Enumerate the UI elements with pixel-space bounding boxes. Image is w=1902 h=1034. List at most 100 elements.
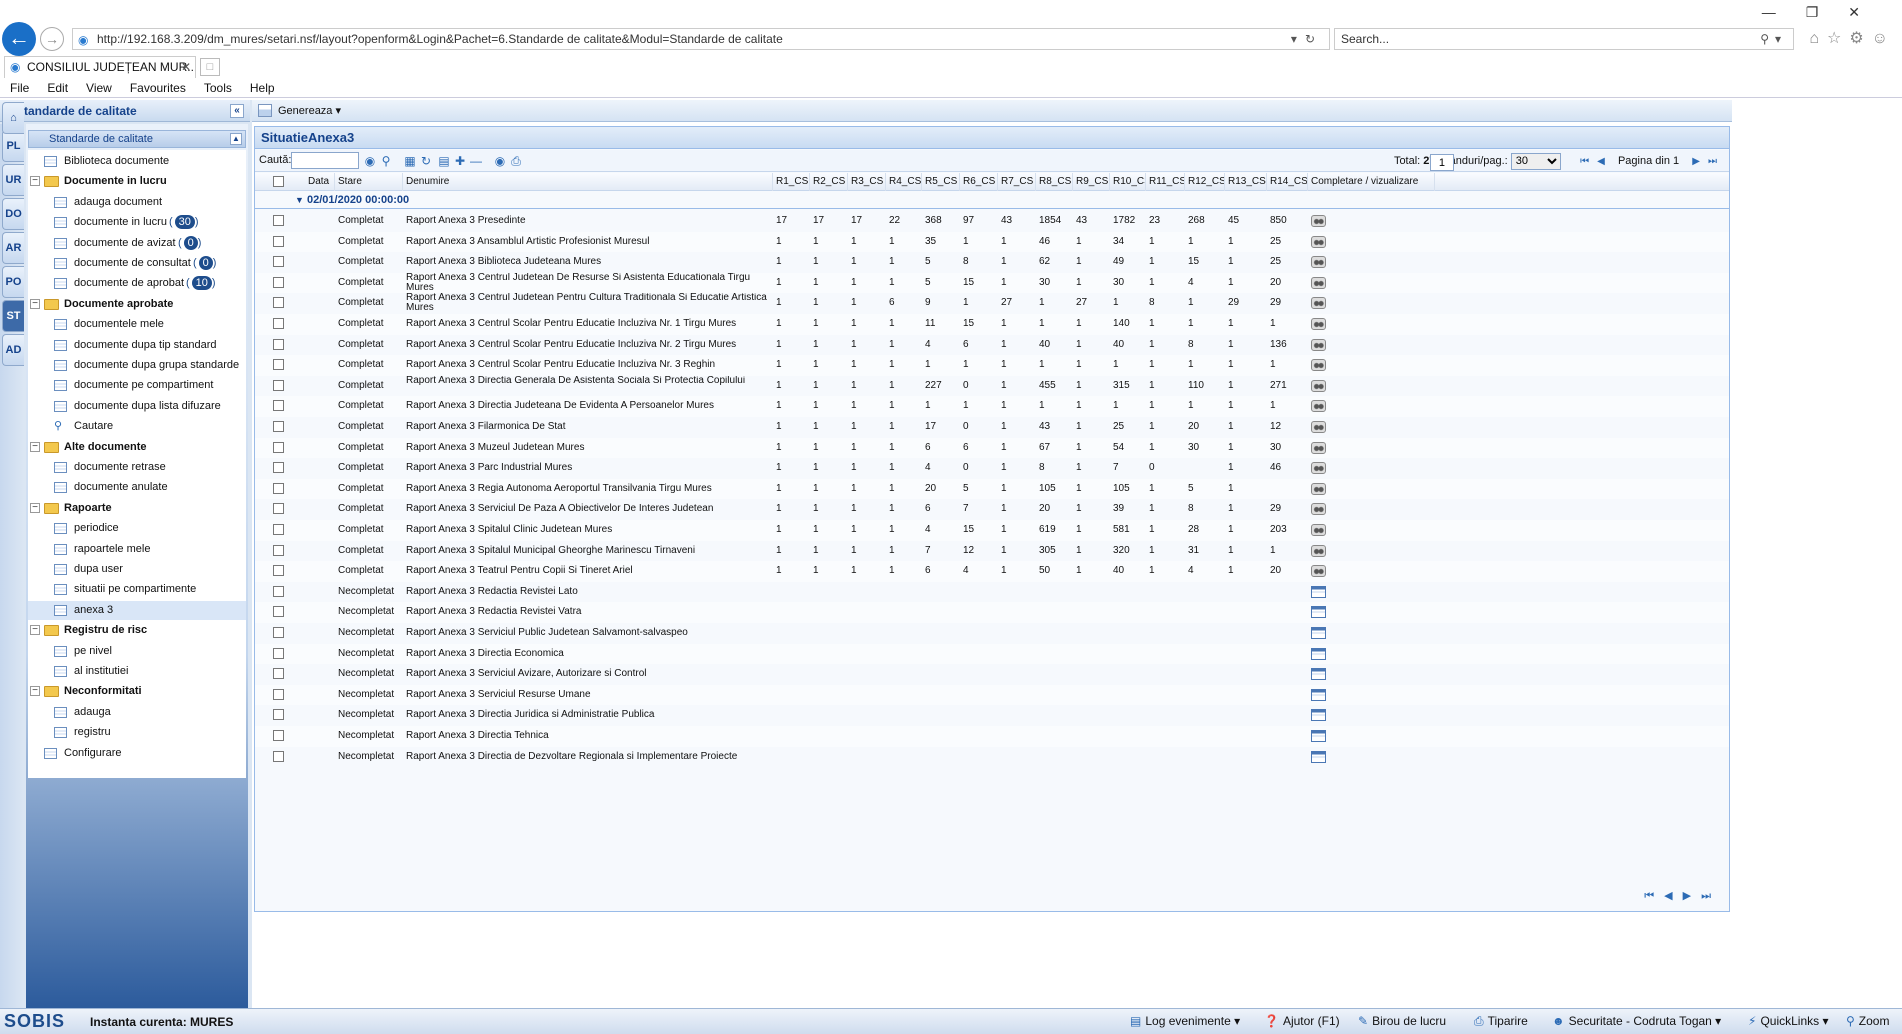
select-all-checkbox[interactable] xyxy=(273,176,284,187)
table-row[interactable]: Necompletat Raport Anexa 3 Serviciul Aviz… xyxy=(255,664,1729,685)
name-cell[interactable]: Raport Anexa 3 Muzeul Judetean Mures xyxy=(406,438,770,458)
name-cell[interactable]: Raport Anexa 3 Parc Industrial Mures xyxy=(406,458,770,478)
tree-item[interactable]: documente de aprobat(10) xyxy=(28,274,246,293)
tree-item[interactable]: documente pe compartiment xyxy=(28,376,246,395)
table-row[interactable]: Completat Raport Anexa 3 Directia General… xyxy=(255,376,1729,397)
name-cell[interactable]: Raport Anexa 3 Presedinte xyxy=(406,211,770,231)
row-checkbox[interactable] xyxy=(273,606,284,618)
print-button[interactable]: ⎙ Tiparire xyxy=(1474,1014,1528,1029)
row-checkbox[interactable] xyxy=(273,627,284,638)
name-cell[interactable]: Raport Anexa 3 Serviciul Avizare, Autori… xyxy=(406,664,770,684)
name-cell[interactable]: Raport Anexa 3 Directia Economica xyxy=(406,644,770,664)
table-row[interactable]: Completat Raport Anexa 3 Spitalul Clinic … xyxy=(255,520,1729,541)
table-row[interactable]: Completat Raport Anexa 3 Parc Industrial … xyxy=(255,458,1729,479)
view-report-icon[interactable] xyxy=(1311,318,1326,330)
tree-item[interactable]: documente de avizat(0) xyxy=(28,234,246,253)
column-header[interactable]: R1_CS xyxy=(773,173,810,191)
new-tab-button[interactable]: □ xyxy=(200,58,220,76)
tree-item[interactable]: al institutiei xyxy=(28,662,246,681)
name-cell[interactable]: Raport Anexa 3 Teatrul Pentru Copii Si T… xyxy=(406,561,770,581)
tree-item[interactable]: documentele mele xyxy=(28,315,246,334)
menu-file[interactable]: File xyxy=(0,78,36,98)
vtab-ur[interactable]: UR xyxy=(2,164,24,196)
tree-item[interactable]: adauga xyxy=(28,703,246,722)
table-row[interactable]: Necompletat Raport Anexa 3 Redactia Revis… xyxy=(255,582,1729,603)
refresh-icon[interactable]: ↻ xyxy=(419,154,433,168)
column-header[interactable]: Data xyxy=(305,173,335,191)
row-checkbox[interactable] xyxy=(273,359,284,371)
table-row[interactable]: Completat Raport Anexa 3 Centrul Judetean… xyxy=(255,272,1729,294)
column-header[interactable]: R10_CS xyxy=(1110,173,1146,191)
row-checkbox[interactable] xyxy=(273,565,284,577)
print-icon[interactable]: ⎙ xyxy=(509,154,523,168)
desktop-button[interactable]: ✎ Birou de lucru xyxy=(1358,1014,1446,1028)
name-cell[interactable]: Raport Anexa 3 Serviciul De Paza A Obiec… xyxy=(406,499,770,519)
row-checkbox[interactable] xyxy=(273,544,284,556)
table-row[interactable]: Necompletat Raport Anexa 3 Directia Jurid… xyxy=(255,705,1729,726)
name-cell[interactable]: Raport Anexa 3 Serviciul Resurse Umane xyxy=(406,685,770,705)
table-row[interactable]: Completat Raport Anexa 3 Centrul Judetean… xyxy=(255,293,1729,314)
table-row[interactable]: Necompletat Raport Anexa 3 Directia Econo… xyxy=(255,643,1729,665)
table-row[interactable]: Completat Raport Anexa 3 Biblioteca Judet… xyxy=(255,252,1729,273)
row-checkbox[interactable] xyxy=(273,503,284,515)
row-checkbox[interactable] xyxy=(273,215,284,226)
tree-item[interactable]: documente dupa lista difuzare xyxy=(28,397,246,416)
column-header[interactable]: R2_CS xyxy=(810,173,848,191)
tree-group[interactable]: − Neconformitati xyxy=(28,682,246,701)
tree-group[interactable]: − Registru de risc xyxy=(28,621,246,640)
collapse-node-icon[interactable]: − xyxy=(30,176,40,187)
view-report-icon[interactable] xyxy=(1311,400,1326,413)
row-checkbox[interactable] xyxy=(273,235,284,247)
view-report-icon[interactable] xyxy=(1311,276,1326,289)
fill-report-icon[interactable] xyxy=(1311,750,1326,763)
name-cell[interactable]: Raport Anexa 3 Redactia Revistei Vatra xyxy=(406,602,770,622)
security-button[interactable]: ☻ Securitate - Codruta Togan ▾ xyxy=(1552,1014,1721,1028)
export-excel-icon[interactable]: ▦ xyxy=(403,154,417,168)
view-report-icon[interactable] xyxy=(1311,421,1326,433)
view-report-icon[interactable] xyxy=(1311,565,1326,578)
browser-tab[interactable]: ◉ CONSILIUL JUDEȚEAN MUR... ✕ xyxy=(4,56,196,78)
table-row[interactable]: Necompletat Raport Anexa 3 Serviciul Publ… xyxy=(255,623,1729,644)
collapse-node-icon[interactable]: − xyxy=(30,625,40,636)
row-checkbox[interactable] xyxy=(273,730,284,741)
tree-item[interactable]: documente retrase xyxy=(28,458,246,477)
search-icon[interactable]: ⚲▾ xyxy=(1760,29,1787,49)
print-preview-icon[interactable]: ◉ xyxy=(493,154,507,168)
last-page-icon[interactable]: ⏭ xyxy=(1708,156,1717,167)
table-row[interactable]: Completat Raport Anexa 3 Centrul Scolar P… xyxy=(255,355,1729,376)
first-page-icon[interactable]: ⏮ xyxy=(1580,156,1589,167)
back-button[interactable]: ← xyxy=(2,22,36,56)
expand-all-icon[interactable]: ✚ xyxy=(453,154,467,168)
table-row[interactable]: Completat Raport Anexa 3 Muzeul Judetean … xyxy=(255,437,1729,459)
row-checkbox[interactable] xyxy=(273,668,284,680)
menu-view[interactable]: View xyxy=(75,78,119,98)
fill-report-icon[interactable] xyxy=(1311,585,1326,598)
fill-report-icon[interactable] xyxy=(1311,730,1326,742)
zoom-button[interactable]: ⚲ Zoom xyxy=(1846,1014,1889,1028)
log-events-button[interactable]: ▤ Log evenimente ▾ xyxy=(1130,1014,1240,1028)
forward-button[interactable]: → xyxy=(40,27,64,51)
quicklinks-button[interactable]: ⚡ QuickLinks ▾ xyxy=(1748,1014,1828,1028)
tree-item[interactable]: rapoartele mele xyxy=(28,540,246,559)
first-page-bottom-icon[interactable]: ⏮ xyxy=(1644,890,1664,902)
row-checkbox[interactable] xyxy=(273,297,284,309)
table-row[interactable]: Necompletat Raport Anexa 3 Redactia Revis… xyxy=(255,602,1729,623)
row-checkbox[interactable] xyxy=(273,462,284,474)
column-header[interactable]: R12_CS xyxy=(1185,173,1225,191)
tree-header[interactable]: Standarde de calitate ▲ xyxy=(28,130,246,148)
vtab-ad[interactable]: AD xyxy=(2,334,24,366)
name-cell[interactable]: Raport Anexa 3 Regia Autonoma Aeroportul… xyxy=(406,479,770,499)
vtab-pl[interactable]: PL xyxy=(2,130,24,162)
vtab-po[interactable]: PO xyxy=(2,266,24,298)
close-tab-icon[interactable]: ✕ xyxy=(181,57,191,77)
menu-tools[interactable]: Tools xyxy=(193,78,239,98)
row-checkbox[interactable] xyxy=(273,441,284,453)
row-checkbox[interactable] xyxy=(273,709,284,721)
column-header[interactable]: Stare xyxy=(335,173,403,191)
table-row[interactable]: Completat Raport Anexa 3 Serviciul De Paz… xyxy=(255,499,1729,520)
tree-item[interactable]: documente anulate xyxy=(28,478,246,497)
table-row[interactable]: Completat Raport Anexa 3 Centrul Scolar P… xyxy=(255,335,1729,356)
table-row[interactable]: Completat Raport Anexa 3 Filarmonica De S… xyxy=(255,417,1729,438)
table-row[interactable]: Necompletat Raport Anexa 3 Directia Tehni… xyxy=(255,726,1729,747)
last-page-bottom-icon[interactable]: ⏭ xyxy=(1701,890,1721,902)
